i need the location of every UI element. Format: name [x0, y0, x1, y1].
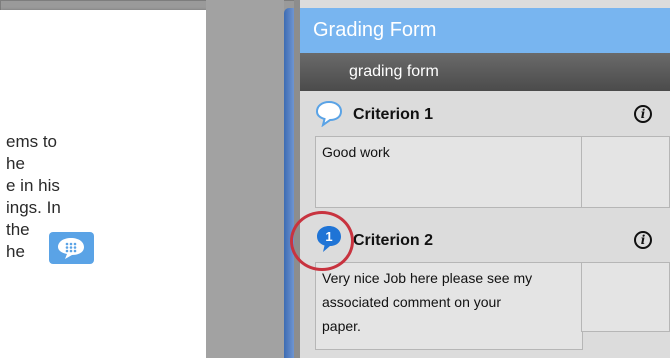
info-icon[interactable]: i [634, 231, 652, 249]
panel-title: Grading Form [300, 8, 670, 53]
criterion-2-comment-box[interactable]: Very nice Job here please see my associa… [315, 262, 583, 350]
criterion-1-title: Criterion 1 [353, 106, 434, 123]
comment-outline-icon[interactable] [314, 99, 344, 127]
viewer-gutter [206, 0, 284, 358]
document-page: ems to he e in his ings. In the he [0, 10, 206, 358]
criterion-1-comment: Good work [322, 144, 390, 160]
criterion-2-title: Criterion 2 [353, 232, 434, 249]
sidebar-splitter[interactable] [284, 8, 294, 358]
criterion-1-comment-box[interactable]: Good work [315, 136, 583, 208]
comment-bubble-icon [58, 238, 84, 259]
comment-marker-button[interactable] [49, 232, 94, 264]
criterion-1-score-box[interactable] [581, 136, 670, 208]
criterion-2-score-box[interactable] [581, 262, 670, 332]
form-name-bar[interactable]: grading form [300, 53, 670, 91]
info-icon[interactable]: i [634, 105, 652, 123]
highlight-circle-annotation [290, 211, 354, 271]
grading-panel: Grading Form grading form Criterion 1 i … [300, 0, 670, 358]
criterion-2-comment: Very nice Job here please see my associa… [322, 270, 533, 334]
